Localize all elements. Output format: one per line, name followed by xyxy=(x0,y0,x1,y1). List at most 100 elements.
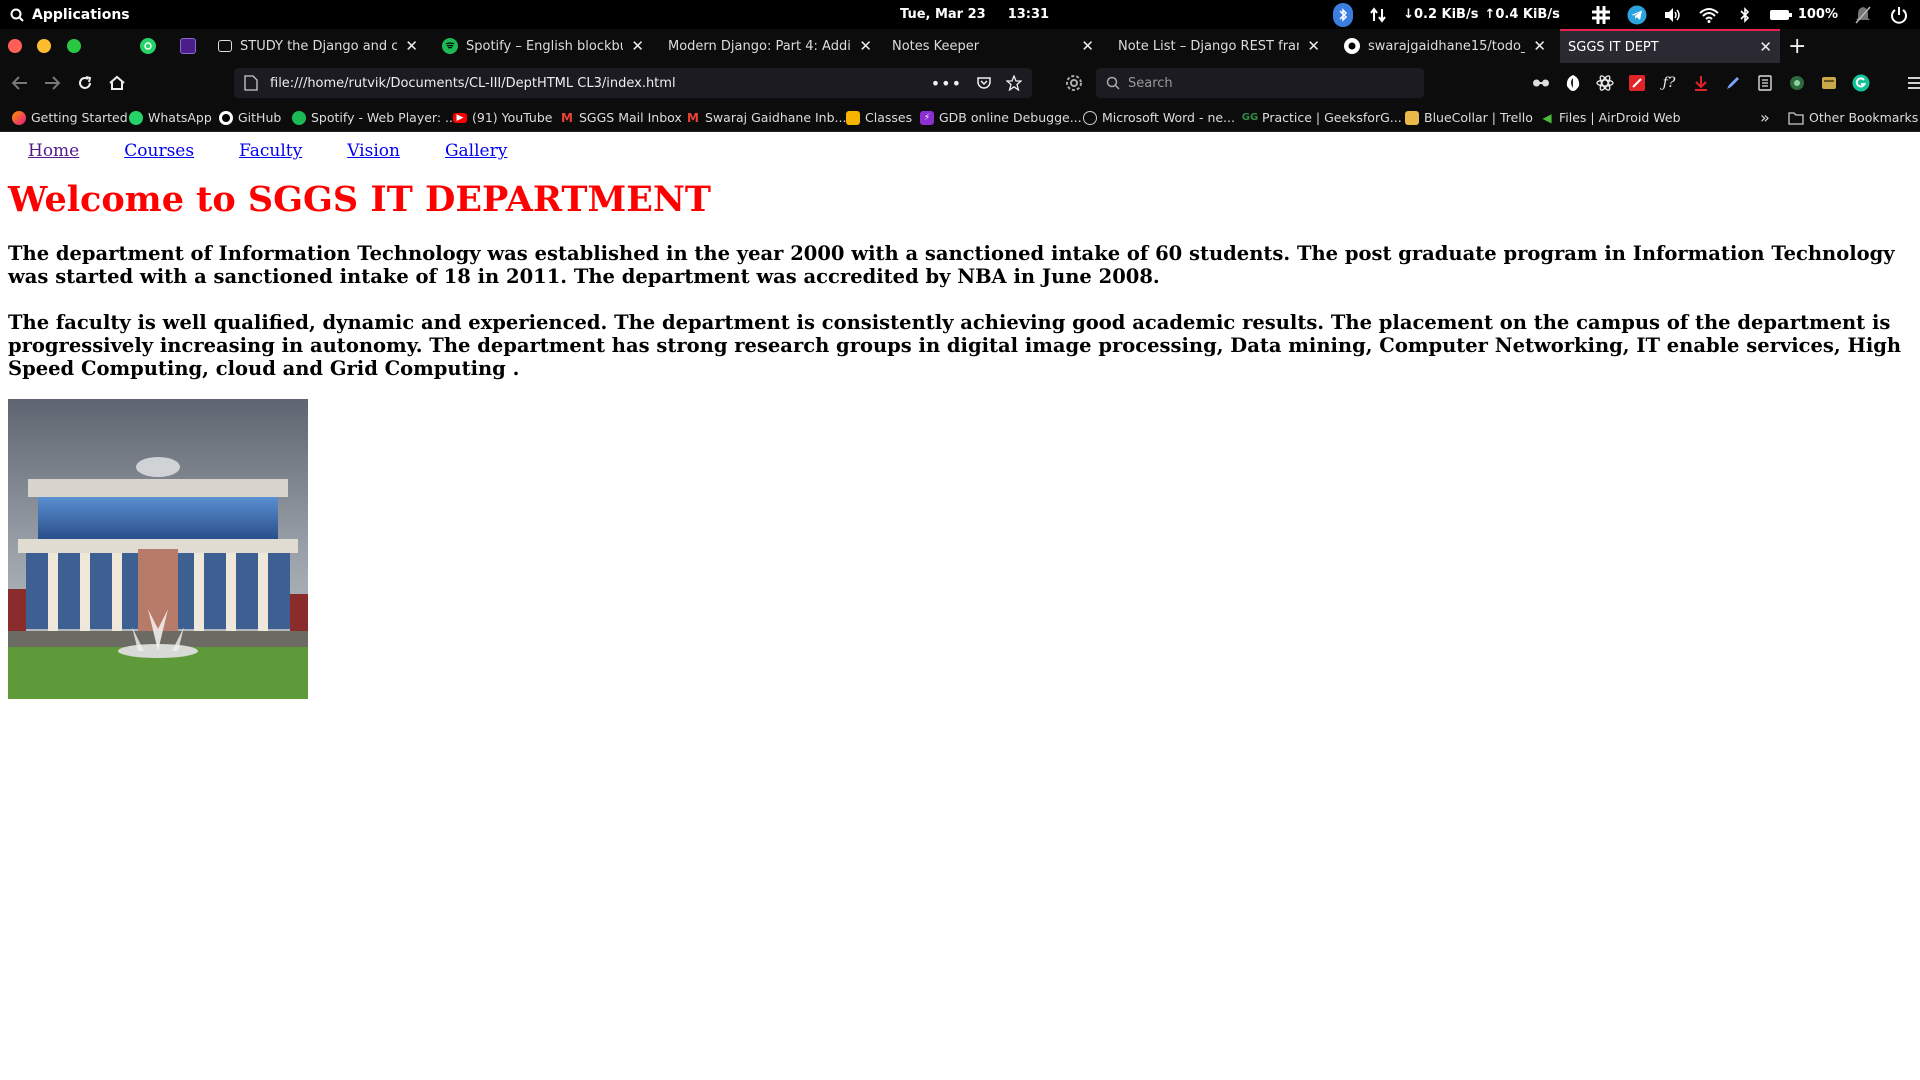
pdf-extension-icon[interactable] xyxy=(1626,72,1648,94)
window-close-button[interactable] xyxy=(8,39,22,53)
search-input[interactable]: Search xyxy=(1128,76,1173,91)
tab-whatsapp-pinned[interactable] xyxy=(132,29,162,63)
bookmark-label: Getting Started xyxy=(31,110,128,125)
tab-strip: STUDY the Django and create ✕ Spotify – … xyxy=(0,29,1920,63)
page-actions-icon[interactable]: ••• xyxy=(931,74,962,93)
reader-list-icon[interactable] xyxy=(1754,72,1776,94)
close-tab-icon[interactable]: ✕ xyxy=(1533,37,1546,55)
bookmark-gdb[interactable]: ⚡ GDB online Debugge... xyxy=(920,103,1082,132)
telegram-icon[interactable] xyxy=(1626,4,1648,26)
search-icon xyxy=(1106,76,1120,90)
tab-note-list[interactable]: Note List – Django REST framework ✕ xyxy=(1110,29,1328,63)
glasses-extension-icon[interactable] xyxy=(1530,72,1552,94)
home-button[interactable] xyxy=(105,71,129,95)
pen-extension-icon[interactable] xyxy=(1722,72,1744,94)
notifications-muted-icon[interactable] xyxy=(1852,4,1874,26)
date-label: Tue, Mar 23 xyxy=(900,7,986,22)
system-top-bar: Applications Tue, Mar 23 13:31 ↓0.2 KiB/… xyxy=(0,0,1920,29)
other-bookmarks-label: Other Bookmarks xyxy=(1809,110,1919,125)
applications-menu[interactable]: Applications xyxy=(10,0,130,29)
slack-icon[interactable] xyxy=(1590,4,1612,26)
search-icon xyxy=(10,8,24,22)
github-icon xyxy=(219,110,233,125)
other-bookmarks[interactable]: Other Bookmarks xyxy=(1788,103,1918,132)
new-tab-button[interactable]: + xyxy=(1788,29,1806,63)
close-tab-icon[interactable]: ✕ xyxy=(1307,37,1320,55)
window-minimize-button[interactable] xyxy=(37,39,51,53)
nav-link-vision[interactable]: Vision xyxy=(347,141,400,161)
close-tab-icon[interactable]: ✕ xyxy=(859,37,872,55)
pocket-icon[interactable] xyxy=(976,75,992,91)
tab-title: Modern Django: Part 4: Adding a xyxy=(668,38,851,54)
bookmark-microsoft-word[interactable]: Microsoft Word - ne... xyxy=(1083,103,1235,132)
back-button[interactable] xyxy=(8,71,32,95)
download-icon[interactable] xyxy=(1690,72,1712,94)
reload-button[interactable] xyxy=(73,71,97,95)
wifi-icon[interactable] xyxy=(1698,4,1720,26)
close-tab-icon[interactable]: ✕ xyxy=(1081,37,1094,55)
url-text[interactable]: file:///home/rutvik/Documents/CL-III/Dep… xyxy=(270,76,931,91)
forward-button[interactable] xyxy=(40,71,64,95)
bluetooth-badge-icon[interactable] xyxy=(1333,2,1354,27)
bookmark-github[interactable]: GitHub xyxy=(219,103,281,132)
formula-extension-icon[interactable]: ƒ? xyxy=(1658,72,1680,94)
airdroid-icon: ◀ xyxy=(1542,110,1552,125)
bookmark-youtube[interactable]: ▶ (91) YouTube xyxy=(453,103,552,132)
nav-link-courses[interactable]: Courses xyxy=(124,141,194,161)
bookmark-whatsapp[interactable]: WhatsApp xyxy=(129,103,212,132)
tab-spotify[interactable]: Spotify – English blockbuster ✕ xyxy=(434,29,652,63)
bookmark-star-icon[interactable] xyxy=(1006,75,1022,91)
close-tab-icon[interactable]: ✕ xyxy=(631,37,644,55)
spotify-icon xyxy=(442,38,458,54)
bookmark-getting-started[interactable]: Getting Started xyxy=(12,103,128,132)
close-tab-icon[interactable]: ✕ xyxy=(405,37,418,55)
tracker-extension-icon[interactable] xyxy=(1786,72,1808,94)
bookmark-classes[interactable]: Classes xyxy=(846,103,912,132)
applications-label: Applications xyxy=(32,6,130,23)
bookmarks-overflow-button[interactable]: » xyxy=(1760,103,1770,132)
page-content: Home Courses Faculty Vision Gallery Welc… xyxy=(0,133,1920,1080)
volume-icon[interactable] xyxy=(1662,4,1684,26)
bookmark-label: Spotify - Web Player: ... xyxy=(311,110,457,125)
whatsapp-icon xyxy=(140,38,156,54)
bookmarks-toolbar: Getting Started WhatsApp GitHub Spotify … xyxy=(0,103,1920,132)
bookmark-trello[interactable]: BlueCollar | Trello xyxy=(1405,103,1533,132)
nav-link-faculty[interactable]: Faculty xyxy=(239,141,302,161)
nav-link-gallery[interactable]: Gallery xyxy=(445,141,507,161)
clock[interactable]: Tue, Mar 23 13:31 xyxy=(900,0,1049,29)
classroom-icon xyxy=(846,110,860,125)
gdb-icon: ⚡ xyxy=(920,110,934,125)
tab-notes-keeper[interactable]: Notes Keeper ✕ xyxy=(884,29,1102,63)
window-maximize-button[interactable] xyxy=(67,39,81,53)
nav-link-home[interactable]: Home xyxy=(28,141,79,161)
hamburger-menu-icon[interactable] xyxy=(1904,72,1920,94)
tab-github-todo[interactable]: swarajgaidhane15/todo_django ✕ xyxy=(1336,29,1554,63)
spotify-icon xyxy=(292,110,306,125)
github-icon xyxy=(1344,38,1360,54)
address-bar[interactable]: file:///home/rutvik/Documents/CL-III/Dep… xyxy=(234,68,1032,98)
bookmark-label: Practice | GeeksforG... xyxy=(1262,110,1402,125)
battery-icon[interactable] xyxy=(1769,4,1792,26)
tab-modern-django[interactable]: Modern Django: Part 4: Adding a ✕ xyxy=(660,29,880,63)
tab-title: Notes Keeper xyxy=(892,38,980,54)
bluetooth-icon[interactable] xyxy=(1734,4,1756,26)
react-devtools-icon[interactable] xyxy=(1594,72,1616,94)
bookmark-airdroid[interactable]: ◀ Files | AirDroid Web xyxy=(1540,103,1680,132)
whatsapp-icon xyxy=(129,110,143,125)
notes-extension-icon[interactable] xyxy=(1818,72,1840,94)
extensions-gear-button[interactable] xyxy=(1062,71,1086,95)
tab-study-django[interactable]: STUDY the Django and create ✕ xyxy=(210,29,426,63)
search-bar[interactable]: Search xyxy=(1096,68,1424,98)
close-tab-icon[interactable]: ✕ xyxy=(1759,38,1772,56)
bookmark-spotify[interactable]: Spotify - Web Player: ... xyxy=(292,103,457,132)
arrow-right-icon xyxy=(45,76,61,90)
bookmark-swaraj-inbox[interactable]: M Swaraj Gaidhane Inb... xyxy=(686,103,846,132)
bookmark-geeksforgeeks[interactable]: GG Practice | GeeksforG... xyxy=(1242,103,1402,132)
tab-app-pinned[interactable] xyxy=(172,29,202,63)
bookmark-sggs-mail[interactable]: M SGGS Mail Inbox xyxy=(560,103,682,132)
globe-icon xyxy=(1083,110,1097,125)
tab-sggs-it-dept[interactable]: SGGS IT DEPT ✕ xyxy=(1560,29,1780,63)
power-icon[interactable] xyxy=(1888,4,1910,26)
dark-reader-extension-icon[interactable] xyxy=(1562,72,1584,94)
grammarly-icon[interactable] xyxy=(1850,72,1872,94)
